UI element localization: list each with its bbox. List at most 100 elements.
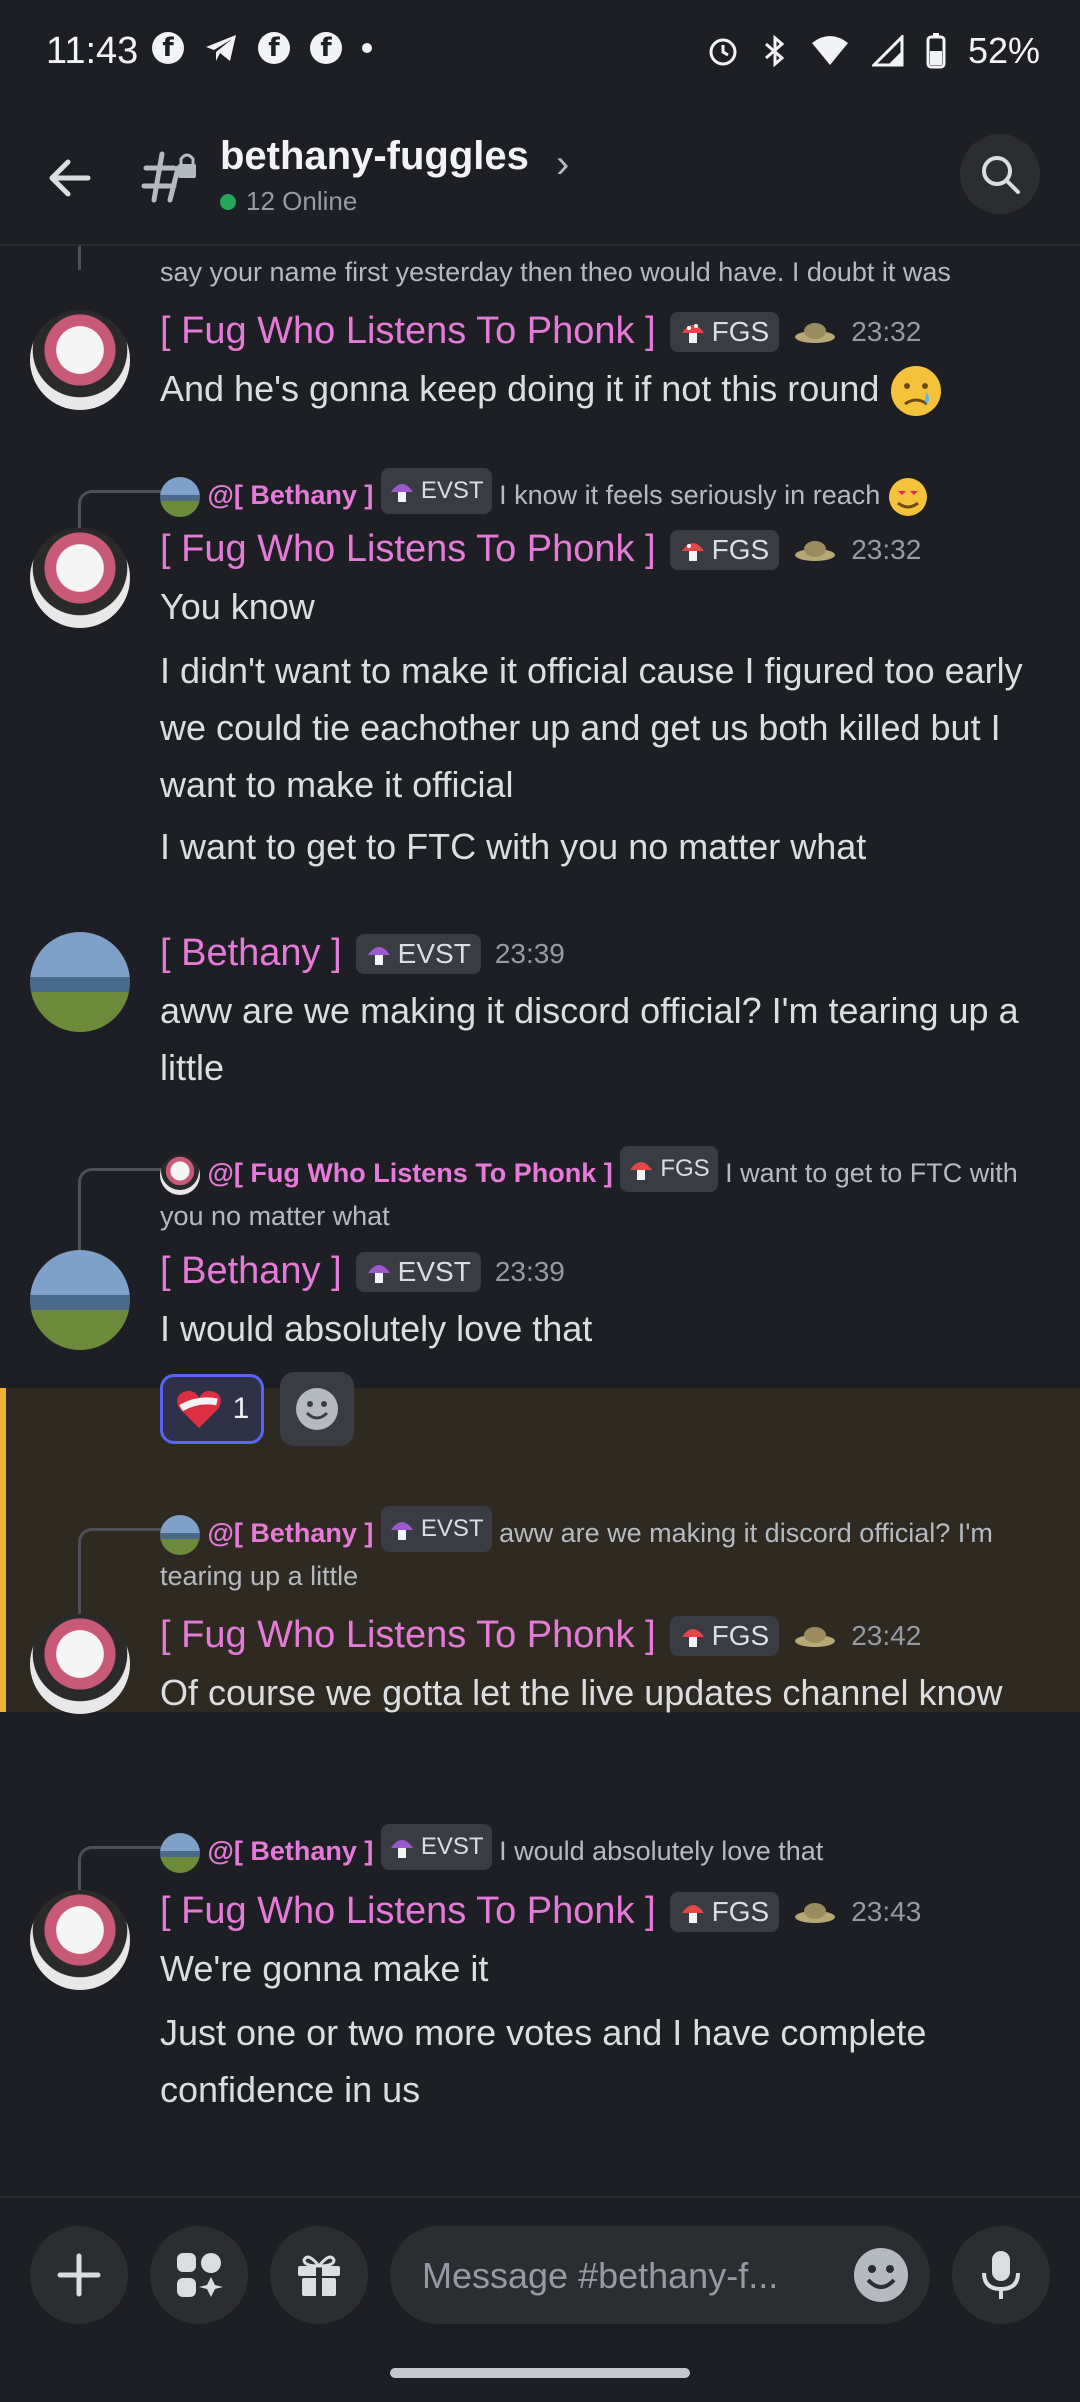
- username[interactable]: [ Bethany ]: [160, 932, 342, 975]
- channel-lock-icon: [141, 151, 196, 203]
- add-attachment-button[interactable]: [30, 2226, 128, 2324]
- message-text: I didn't want to make it official cause …: [160, 650, 1023, 805]
- avatar[interactable]: [30, 528, 130, 628]
- gesture-nav-bar[interactable]: [390, 2368, 690, 2378]
- role-badge[interactable]: FGS: [669, 1891, 780, 1932]
- reply-author[interactable]: @[ Fug Who Listens To Phonk ]: [208, 1158, 613, 1188]
- reply-text: I know it feels seriously in reach: [499, 480, 881, 510]
- mushroom-purple-icon: [390, 1840, 413, 1858]
- message-input[interactable]: [420, 2226, 824, 2326]
- hat-icon: [795, 1902, 836, 1923]
- add-reaction-button[interactable]: [280, 1372, 354, 1446]
- online-dot-icon: [220, 193, 236, 210]
- reply-author[interactable]: @[ Bethany ]: [208, 480, 374, 510]
- reaction-count: 1: [232, 1392, 250, 1425]
- role-badge[interactable]: EVST: [355, 1251, 481, 1292]
- reply-avatar: [160, 476, 200, 517]
- reply-author[interactable]: @[ Bethany ]: [208, 1518, 374, 1548]
- gift-button[interactable]: [270, 2226, 368, 2324]
- message-body: And he's gonna keep doing it if not this…: [160, 368, 880, 409]
- back-arrow-icon[interactable]: [42, 150, 98, 206]
- channel-header: bethany-fuggles › 12 Online: [0, 110, 1080, 246]
- username[interactable]: [ Fug Who Listens To Phonk ]: [160, 1614, 656, 1657]
- mushroom-red-icon: [630, 1162, 653, 1180]
- message-field[interactable]: [390, 2226, 930, 2326]
- badge-label: EVST: [420, 477, 484, 504]
- channel-name[interactable]: bethany-fuggles: [220, 134, 529, 179]
- badge-label: FGS: [711, 533, 770, 565]
- timestamp: 23:39: [494, 1255, 565, 1287]
- reply-text: I would absolutely love that: [499, 1836, 824, 1866]
- crying-face-icon: [891, 366, 942, 417]
- reply-avatar: [160, 1832, 200, 1873]
- search-button[interactable]: [960, 134, 1040, 214]
- reply-spine: [78, 490, 161, 533]
- message[interactable]: [ Fug Who Listens To Phonk ] FGS 23:43 W…: [0, 1890, 1080, 2150]
- avatar[interactable]: [30, 1890, 130, 1990]
- message[interactable]: [ Bethany ] EVST 23:39 I would absolutel…: [0, 1250, 1080, 1450]
- avatar[interactable]: [30, 932, 130, 1032]
- message[interactable]: [ Bethany ] EVST 23:39 aww are we making…: [0, 932, 1080, 1112]
- emoji-icon[interactable]: [852, 2246, 910, 2304]
- avatar[interactable]: [30, 310, 130, 410]
- reply-preview[interactable]: @[ Bethany ] EVST aww are we making it d…: [160, 1506, 1040, 1597]
- telegram-icon: [206, 35, 236, 61]
- avatar[interactable]: [30, 1614, 130, 1714]
- reply-preview[interactable]: @[ Bethany ] EVST I would absolutely lov…: [160, 1824, 1040, 1873]
- timestamp: 23:32: [851, 315, 922, 347]
- reply-preview[interactable]: @[ Bethany ] EVST I know it feels seriou…: [160, 468, 1040, 517]
- role-badge[interactable]: EVST: [380, 1824, 492, 1870]
- voice-message-button[interactable]: [952, 2226, 1050, 2324]
- message-list[interactable]: say your name first yesterday then theo …: [0, 246, 1080, 2196]
- badge-label: FGS: [660, 1155, 710, 1182]
- role-badge[interactable]: EVST: [380, 468, 492, 514]
- username[interactable]: [ Fug Who Listens To Phonk ]: [160, 310, 656, 353]
- reply-avatar: [160, 1154, 200, 1195]
- role-badge[interactable]: FGS: [669, 529, 780, 570]
- notification-icons: f f f: [152, 32, 372, 64]
- gift-icon: [298, 2255, 340, 2296]
- status-time: 11:43: [46, 30, 139, 72]
- facebook-icon: f: [258, 32, 290, 64]
- username[interactable]: [ Fug Who Listens To Phonk ]: [160, 1890, 656, 1933]
- reply-preview[interactable]: say your name first yesterday then theo …: [160, 251, 1040, 293]
- message[interactable]: [ Fug Who Listens To Phonk ] FGS 23:32 A…: [0, 310, 1080, 470]
- badge-label: FGS: [711, 1619, 770, 1651]
- role-badge[interactable]: EVST: [355, 933, 481, 974]
- emoji-icon: [296, 1388, 338, 1430]
- timestamp: 23:39: [494, 937, 565, 969]
- online-label: 12 Online: [246, 186, 358, 216]
- role-badge[interactable]: FGS: [669, 311, 780, 352]
- hat-icon: [795, 1626, 836, 1647]
- message[interactable]: [ Fug Who Listens To Phonk ] FGS 23:32 Y…: [0, 528, 1080, 928]
- alarm-icon: [709, 38, 737, 66]
- message-text: We're gonna make it: [160, 1948, 489, 1989]
- chevron-right-icon[interactable]: ›: [556, 142, 569, 187]
- wifi-icon: [811, 36, 848, 65]
- mushroom-purple-icon: [390, 484, 413, 502]
- message-text: Just one or two more votes and I have co…: [160, 2012, 927, 2110]
- badge-label: FGS: [711, 315, 770, 347]
- badge-label: EVST: [397, 937, 471, 969]
- timestamp: 23:32: [851, 533, 922, 565]
- message-composer: [0, 2196, 1080, 2402]
- apps-button[interactable]: [150, 2226, 248, 2324]
- reaction-heart[interactable]: 1: [160, 1374, 264, 1444]
- role-badge[interactable]: EVST: [380, 1506, 492, 1552]
- mushroom-red-icon: [681, 1628, 704, 1647]
- role-badge[interactable]: FGS: [669, 1615, 780, 1656]
- avatar[interactable]: [30, 1250, 130, 1350]
- status-bar: 11:43 f f f 52%: [0, 0, 1080, 110]
- reply-author[interactable]: @[ Bethany ]: [208, 1836, 374, 1866]
- reply-preview[interactable]: @[ Fug Who Listens To Phonk ] FGS I want…: [160, 1146, 1040, 1237]
- hat-icon: [795, 322, 836, 343]
- message[interactable]: [ Fug Who Listens To Phonk ] FGS 23:42 O…: [0, 1614, 1080, 1814]
- role-badge[interactable]: FGS: [620, 1146, 718, 1192]
- username[interactable]: [ Bethany ]: [160, 1250, 342, 1293]
- username[interactable]: [ Fug Who Listens To Phonk ]: [160, 528, 656, 571]
- mushroom-red-icon: [681, 323, 704, 343]
- microphone-icon: [982, 2251, 1020, 2299]
- message-text: You know: [160, 586, 315, 627]
- apps-icon: [177, 2253, 223, 2297]
- reply-avatar: [160, 1514, 200, 1555]
